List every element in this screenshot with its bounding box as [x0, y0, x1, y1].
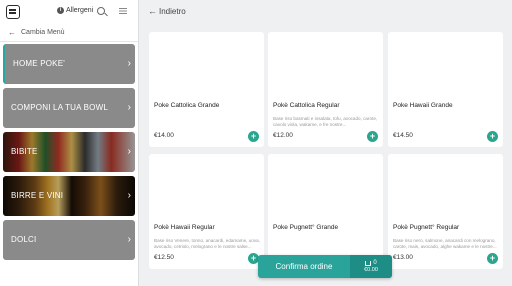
back-arrow-icon: ← — [8, 28, 16, 37]
product-area: ← Indietro Poke Cattolica Grande €14.00 … — [140, 0, 512, 286]
category-label: BIRRE E VINI — [11, 191, 64, 200]
chevron-right-icon: › — [127, 102, 131, 113]
product-card[interactable]: Pokè Pugnett° Regular Base riso nero, sa… — [388, 154, 503, 269]
product-card[interactable]: Pokè Cattolica Regular Base riso basmati… — [268, 32, 383, 147]
add-to-cart-button[interactable]: + — [487, 131, 498, 142]
product-description — [154, 116, 260, 128]
chevron-right-icon: › — [127, 58, 131, 69]
cart-summary: 0 €0.00 — [350, 255, 392, 278]
cart-total: €0.00 — [364, 267, 378, 273]
add-to-cart-button[interactable]: + — [248, 131, 259, 142]
confirm-order-label: Confirma ordine — [275, 262, 333, 271]
category-bibite[interactable]: BIBITE › — [3, 132, 135, 172]
product-description — [393, 116, 499, 128]
product-card[interactable]: Pokè Hawaii Regular Base riso Venere, to… — [149, 154, 264, 269]
category-label: HOME POKE' — [13, 59, 65, 68]
category-dolci[interactable]: DOLCI › — [3, 220, 135, 260]
category-label: BIBITE — [11, 147, 38, 156]
category-label: DOLCI — [11, 235, 37, 244]
cart-icon — [365, 260, 372, 266]
product-price: €14.00 — [154, 132, 174, 139]
confirm-order-button[interactable]: Confirma ordine 0 €0.00 — [258, 255, 392, 278]
product-name: Pokè Pugnett° Regular — [393, 224, 460, 231]
product-description: Base riso nero, salmone, anacardi con me… — [393, 238, 497, 249]
back-arrow-icon: ← — [148, 6, 157, 16]
allergeni-label: Allergeni — [66, 7, 94, 14]
product-price: €13.00 — [393, 254, 413, 261]
allergeni-button[interactable]: i Allergeni — [57, 7, 93, 14]
change-menu-link[interactable]: ← Cambia Menù — [0, 24, 138, 42]
add-to-cart-button[interactable]: + — [367, 131, 378, 142]
product-name: Poke Hawaii Grande — [393, 102, 453, 109]
product-name: Pokè Hawaii Regular — [154, 224, 215, 231]
category-home-poke[interactable]: HOME POKE' › — [3, 44, 135, 84]
chevron-right-icon: › — [127, 234, 131, 245]
category-birre-vini[interactable]: BIRRE E VINI › — [3, 176, 135, 216]
back-button[interactable]: ← Indietro — [148, 6, 186, 16]
change-menu-label: Cambia Menù — [21, 29, 65, 36]
product-card[interactable]: Poke Pugnett° Grande — [268, 154, 383, 269]
search-icon[interactable] — [97, 7, 105, 15]
cart-count: 0 — [373, 260, 377, 266]
product-description: Base riso basmati e insalata, tofu, avoc… — [273, 116, 378, 127]
product-price: €12.50 — [154, 254, 174, 261]
product-description: Base riso Venere, tonno, anacardi, edama… — [154, 238, 260, 249]
product-card[interactable]: Poke Hawaii Grande €14.50 + — [388, 32, 503, 147]
sidebar: i Allergeni ← Cambia Menù HOME POKE' › C… — [0, 0, 139, 286]
product-card[interactable]: Poke Cattolica Grande €14.00 + — [149, 32, 264, 147]
product-price: €12.00 — [273, 132, 293, 139]
product-description — [273, 238, 379, 250]
product-name: Pokè Cattolica Regular — [273, 102, 340, 109]
menu-logo-icon[interactable] — [6, 5, 20, 19]
back-label: Indietro — [159, 6, 186, 16]
category-componi-bowl[interactable]: COMPONI LA TUA BOWL › — [3, 88, 135, 128]
product-price: €14.50 — [393, 132, 413, 139]
chevron-right-icon: › — [127, 190, 131, 201]
chevron-right-icon: › — [127, 146, 131, 157]
info-icon: i — [57, 7, 64, 14]
product-name: Poke Pugnett° Grande — [273, 224, 339, 231]
top-bar: i Allergeni — [0, 0, 138, 24]
category-label: COMPONI LA TUA BOWL — [11, 103, 109, 112]
hamburger-menu-icon[interactable] — [119, 8, 127, 9]
product-name: Poke Cattolica Grande — [154, 102, 220, 109]
add-to-cart-button[interactable]: + — [487, 253, 498, 264]
